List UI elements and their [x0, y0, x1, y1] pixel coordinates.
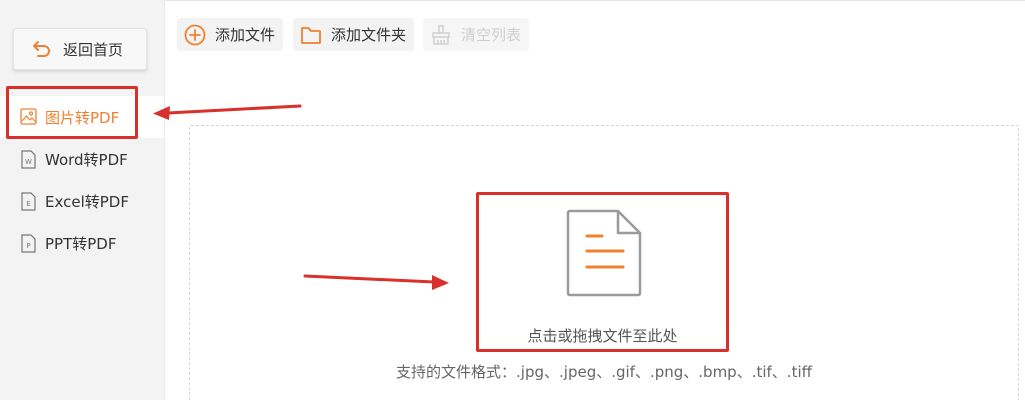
drop-prompt: 点击或拖拽文件至此处	[527, 327, 678, 345]
ppt-file-icon: P	[20, 233, 37, 253]
annotation-arrow-left	[153, 104, 302, 120]
add-folder-label: 添加文件夹	[331, 26, 407, 44]
image-icon	[20, 107, 37, 127]
supported-formats-text: 支持的文件格式：.jpg、.jpeg、.gif、.png、.bmp、.tif、.…	[396, 363, 812, 381]
sidebar-item-excel-to-pdf[interactable]: E Excel转PDF	[0, 180, 164, 222]
sidebar-item-word-to-pdf[interactable]: W Word转PDF	[0, 138, 164, 180]
sidebar-item-image-to-pdf[interactable]: 图片转PDF	[0, 96, 164, 138]
plus-circle-icon	[183, 23, 207, 47]
sidebar-item-label: PPT转PDF	[45, 234, 117, 253]
clear-list-button[interactable]: 清空列表	[423, 18, 530, 51]
sidebar-item-label: Word转PDF	[45, 150, 128, 169]
add-folder-button[interactable]: 添加文件夹	[293, 18, 415, 51]
undo-arrow-icon	[31, 38, 53, 60]
svg-text:P: P	[26, 242, 30, 250]
folder-icon	[299, 23, 323, 47]
word-file-icon: W	[20, 149, 37, 169]
broom-icon	[429, 23, 453, 47]
svg-text:E: E	[26, 200, 30, 208]
sidebar-item-label: Excel转PDF	[45, 192, 129, 211]
add-file-label: 添加文件	[215, 26, 276, 44]
back-home-button[interactable]: 返回首页	[13, 28, 147, 70]
sidebar-item-label: 图片转PDF	[45, 108, 120, 127]
back-home-label: 返回首页	[63, 40, 124, 59]
svg-text:W: W	[25, 158, 32, 166]
sidebar-item-ppt-to-pdf[interactable]: P PPT转PDF	[0, 222, 164, 264]
clear-list-label: 清空列表	[461, 26, 522, 44]
excel-file-icon: E	[20, 191, 37, 211]
document-icon[interactable]	[566, 209, 642, 297]
add-file-button[interactable]: 添加文件	[177, 18, 284, 51]
